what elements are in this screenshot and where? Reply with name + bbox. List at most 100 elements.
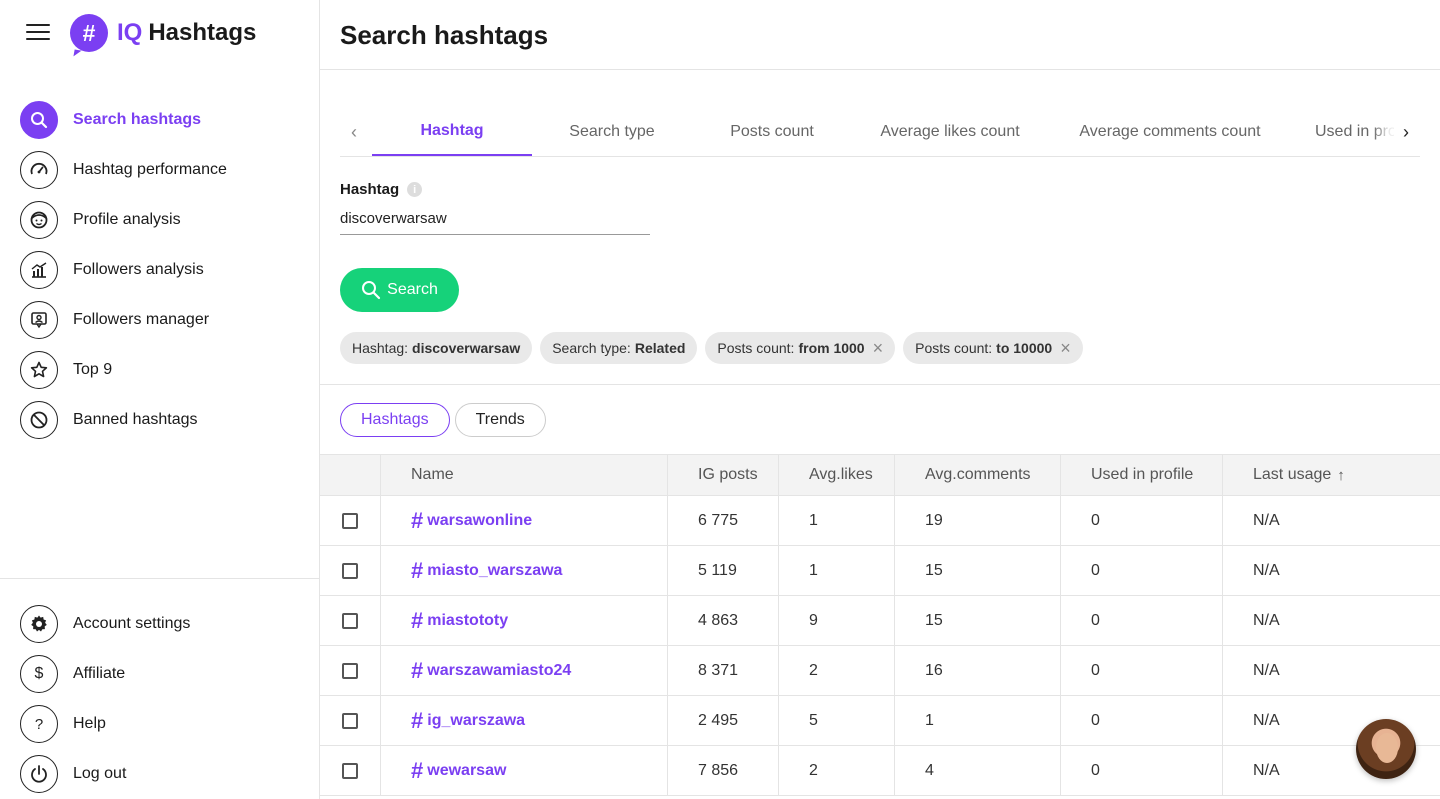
chip-key: Posts count: [717, 340, 795, 356]
column-name[interactable]: Name [381, 455, 668, 495]
tab-posts-count[interactable]: Posts count [692, 108, 852, 156]
toggle-hashtags[interactable]: Hashtags [340, 403, 450, 437]
section-divider [320, 384, 1440, 385]
hashtag-link[interactable]: # miasto_warszawa [411, 558, 562, 584]
sidebar-item-label: Help [73, 715, 106, 732]
sidebar-item-label: Top 9 [73, 361, 113, 378]
sidebar-item-banned-hashtags[interactable]: Banned hashtags [20, 395, 300, 445]
table-row: # warsawonline 6 775 1 19 0 N/A [320, 496, 1440, 546]
chip-key: Posts count: [915, 340, 993, 356]
sidebar-item-followers-manager[interactable]: Followers manager [20, 295, 300, 345]
tab-average-likes-count[interactable]: Average likes count [862, 108, 1038, 156]
hash-icon: # [411, 557, 424, 583]
close-icon[interactable]: × [1060, 339, 1071, 357]
page-header: Search hashtags [320, 0, 1440, 70]
sidebar-item-top-9[interactable]: Top 9 [20, 345, 300, 395]
view-toggle: Hashtags Trends [340, 403, 551, 437]
row-checkbox[interactable] [342, 712, 358, 729]
ig-posts: 4 863 [668, 596, 779, 645]
hashtag-field-label: Hashtag i [340, 181, 423, 198]
row-checkbox[interactable] [342, 662, 358, 679]
chip-value: to 10000 [996, 340, 1053, 356]
search-icon [362, 281, 381, 300]
column-last-usage-label: Last usage [1253, 466, 1332, 483]
last-usage: N/A [1253, 661, 1280, 679]
sidebar-item-followers-analysis[interactable]: Followers analysis [20, 245, 300, 295]
sidebar-item-hashtag-performance[interactable]: Hashtag performance [20, 145, 300, 195]
column-avg-comments[interactable]: Avg.comments [895, 455, 1061, 495]
row-checkbox[interactable] [342, 612, 358, 629]
info-icon[interactable]: i [407, 182, 423, 197]
table-row: # wewarsaw 7 856 2 4 0 N/A [320, 746, 1440, 796]
hashtag-input[interactable] [340, 203, 650, 235]
used-in-profile: 0 [1061, 496, 1223, 545]
avg-comments: 15 [895, 546, 1061, 595]
sidebar-item-label: Affiliate [73, 665, 126, 682]
tab-hashtag[interactable]: Hashtag [372, 108, 532, 156]
toggle-trends[interactable]: Trends [454, 403, 546, 437]
star-icon [20, 351, 58, 389]
used-in-profile: 0 [1061, 746, 1223, 795]
column-used-in-profile[interactable]: Used in profile [1061, 455, 1223, 495]
used-in-profile: 0 [1061, 596, 1223, 645]
used-in-profile: 0 [1061, 646, 1223, 695]
app-logo[interactable]: # IQ Hashtags [70, 14, 256, 52]
row-checkbox[interactable] [342, 562, 358, 579]
hashtag-name: miasto_warszawa [427, 561, 563, 579]
avg-comments: 16 [895, 646, 1061, 695]
filter-tabs: ‹ Hashtag Search type Posts count Averag… [340, 108, 1420, 157]
menu-icon[interactable] [26, 24, 50, 44]
avg-comments: 15 [895, 596, 1061, 645]
column-avg-likes[interactable]: Avg.likes [779, 455, 895, 495]
question-icon: ? [20, 705, 58, 743]
sidebar-item-help[interactable]: ? Help [20, 699, 300, 749]
tab-average-comments-count[interactable]: Average comments count [1062, 108, 1278, 156]
row-checkbox[interactable] [342, 512, 358, 529]
hashtag-name: warszawamiasto24 [427, 661, 572, 679]
hashtag-link[interactable]: # miastototy [411, 608, 508, 634]
last-usage: N/A [1253, 511, 1280, 529]
ban-icon [20, 401, 58, 439]
hashtag-link[interactable]: # warsawonline [411, 508, 532, 534]
sidebar-item-log-out[interactable]: Log out [20, 749, 300, 799]
filter-chip-hashtag: Hashtag: discoverwarsaw [340, 332, 533, 364]
hash-icon: # [411, 707, 424, 733]
support-chat-avatar[interactable] [1356, 719, 1416, 779]
column-last-usage[interactable]: Last usage ↑ [1223, 455, 1440, 495]
ig-posts: 6 775 [668, 496, 779, 545]
table-header: Name IG posts Avg.likes Avg.comments Use… [320, 455, 1440, 496]
used-in-profile: 0 [1061, 696, 1223, 745]
search-icon [20, 101, 58, 139]
gauge-icon [20, 151, 58, 189]
hash-icon: # [411, 757, 424, 783]
power-icon [20, 755, 58, 793]
sidebar-divider [0, 578, 319, 579]
sort-arrow-icon: ↑ [1337, 466, 1345, 484]
chart-icon [20, 251, 58, 289]
sidebar-item-label: Hashtag performance [73, 161, 227, 178]
ig-posts: 2 495 [668, 696, 779, 745]
avg-likes: 2 [779, 646, 895, 695]
avg-likes: 1 [779, 496, 895, 545]
sidebar-item-search-hashtags[interactable]: Search hashtags [20, 95, 300, 145]
sidebar-item-account-settings[interactable]: Account settings [20, 599, 300, 649]
search-button[interactable]: Search [340, 268, 459, 312]
chip-value: Related [634, 340, 686, 356]
hashtag-link[interactable]: # ig_warszawa [411, 708, 525, 734]
hashtag-link[interactable]: # warszawamiasto24 [411, 658, 571, 684]
ig-posts: 5 119 [668, 546, 779, 595]
table-row: # ig_warszawa 2 495 5 1 0 N/A [320, 696, 1440, 746]
chevron-right-icon[interactable]: › [1394, 120, 1418, 144]
hashtag-label-text: Hashtag [340, 181, 400, 198]
hashtag-link[interactable]: # wewarsaw [411, 758, 506, 784]
sidebar-item-label: Profile analysis [73, 211, 181, 228]
column-ig-posts[interactable]: IG posts [668, 455, 779, 495]
sidebar-item-profile-analysis[interactable]: Profile analysis [20, 195, 300, 245]
tab-search-type[interactable]: Search type [532, 108, 692, 156]
chip-value: discoverwarsaw [412, 340, 521, 356]
row-checkbox[interactable] [342, 762, 358, 779]
close-icon[interactable]: × [873, 339, 884, 357]
chevron-left-icon[interactable]: ‹ [342, 120, 366, 144]
table-row: # warszawamiasto24 8 371 2 16 0 N/A [320, 646, 1440, 696]
sidebar-item-affiliate[interactable]: $ Affiliate [20, 649, 300, 699]
